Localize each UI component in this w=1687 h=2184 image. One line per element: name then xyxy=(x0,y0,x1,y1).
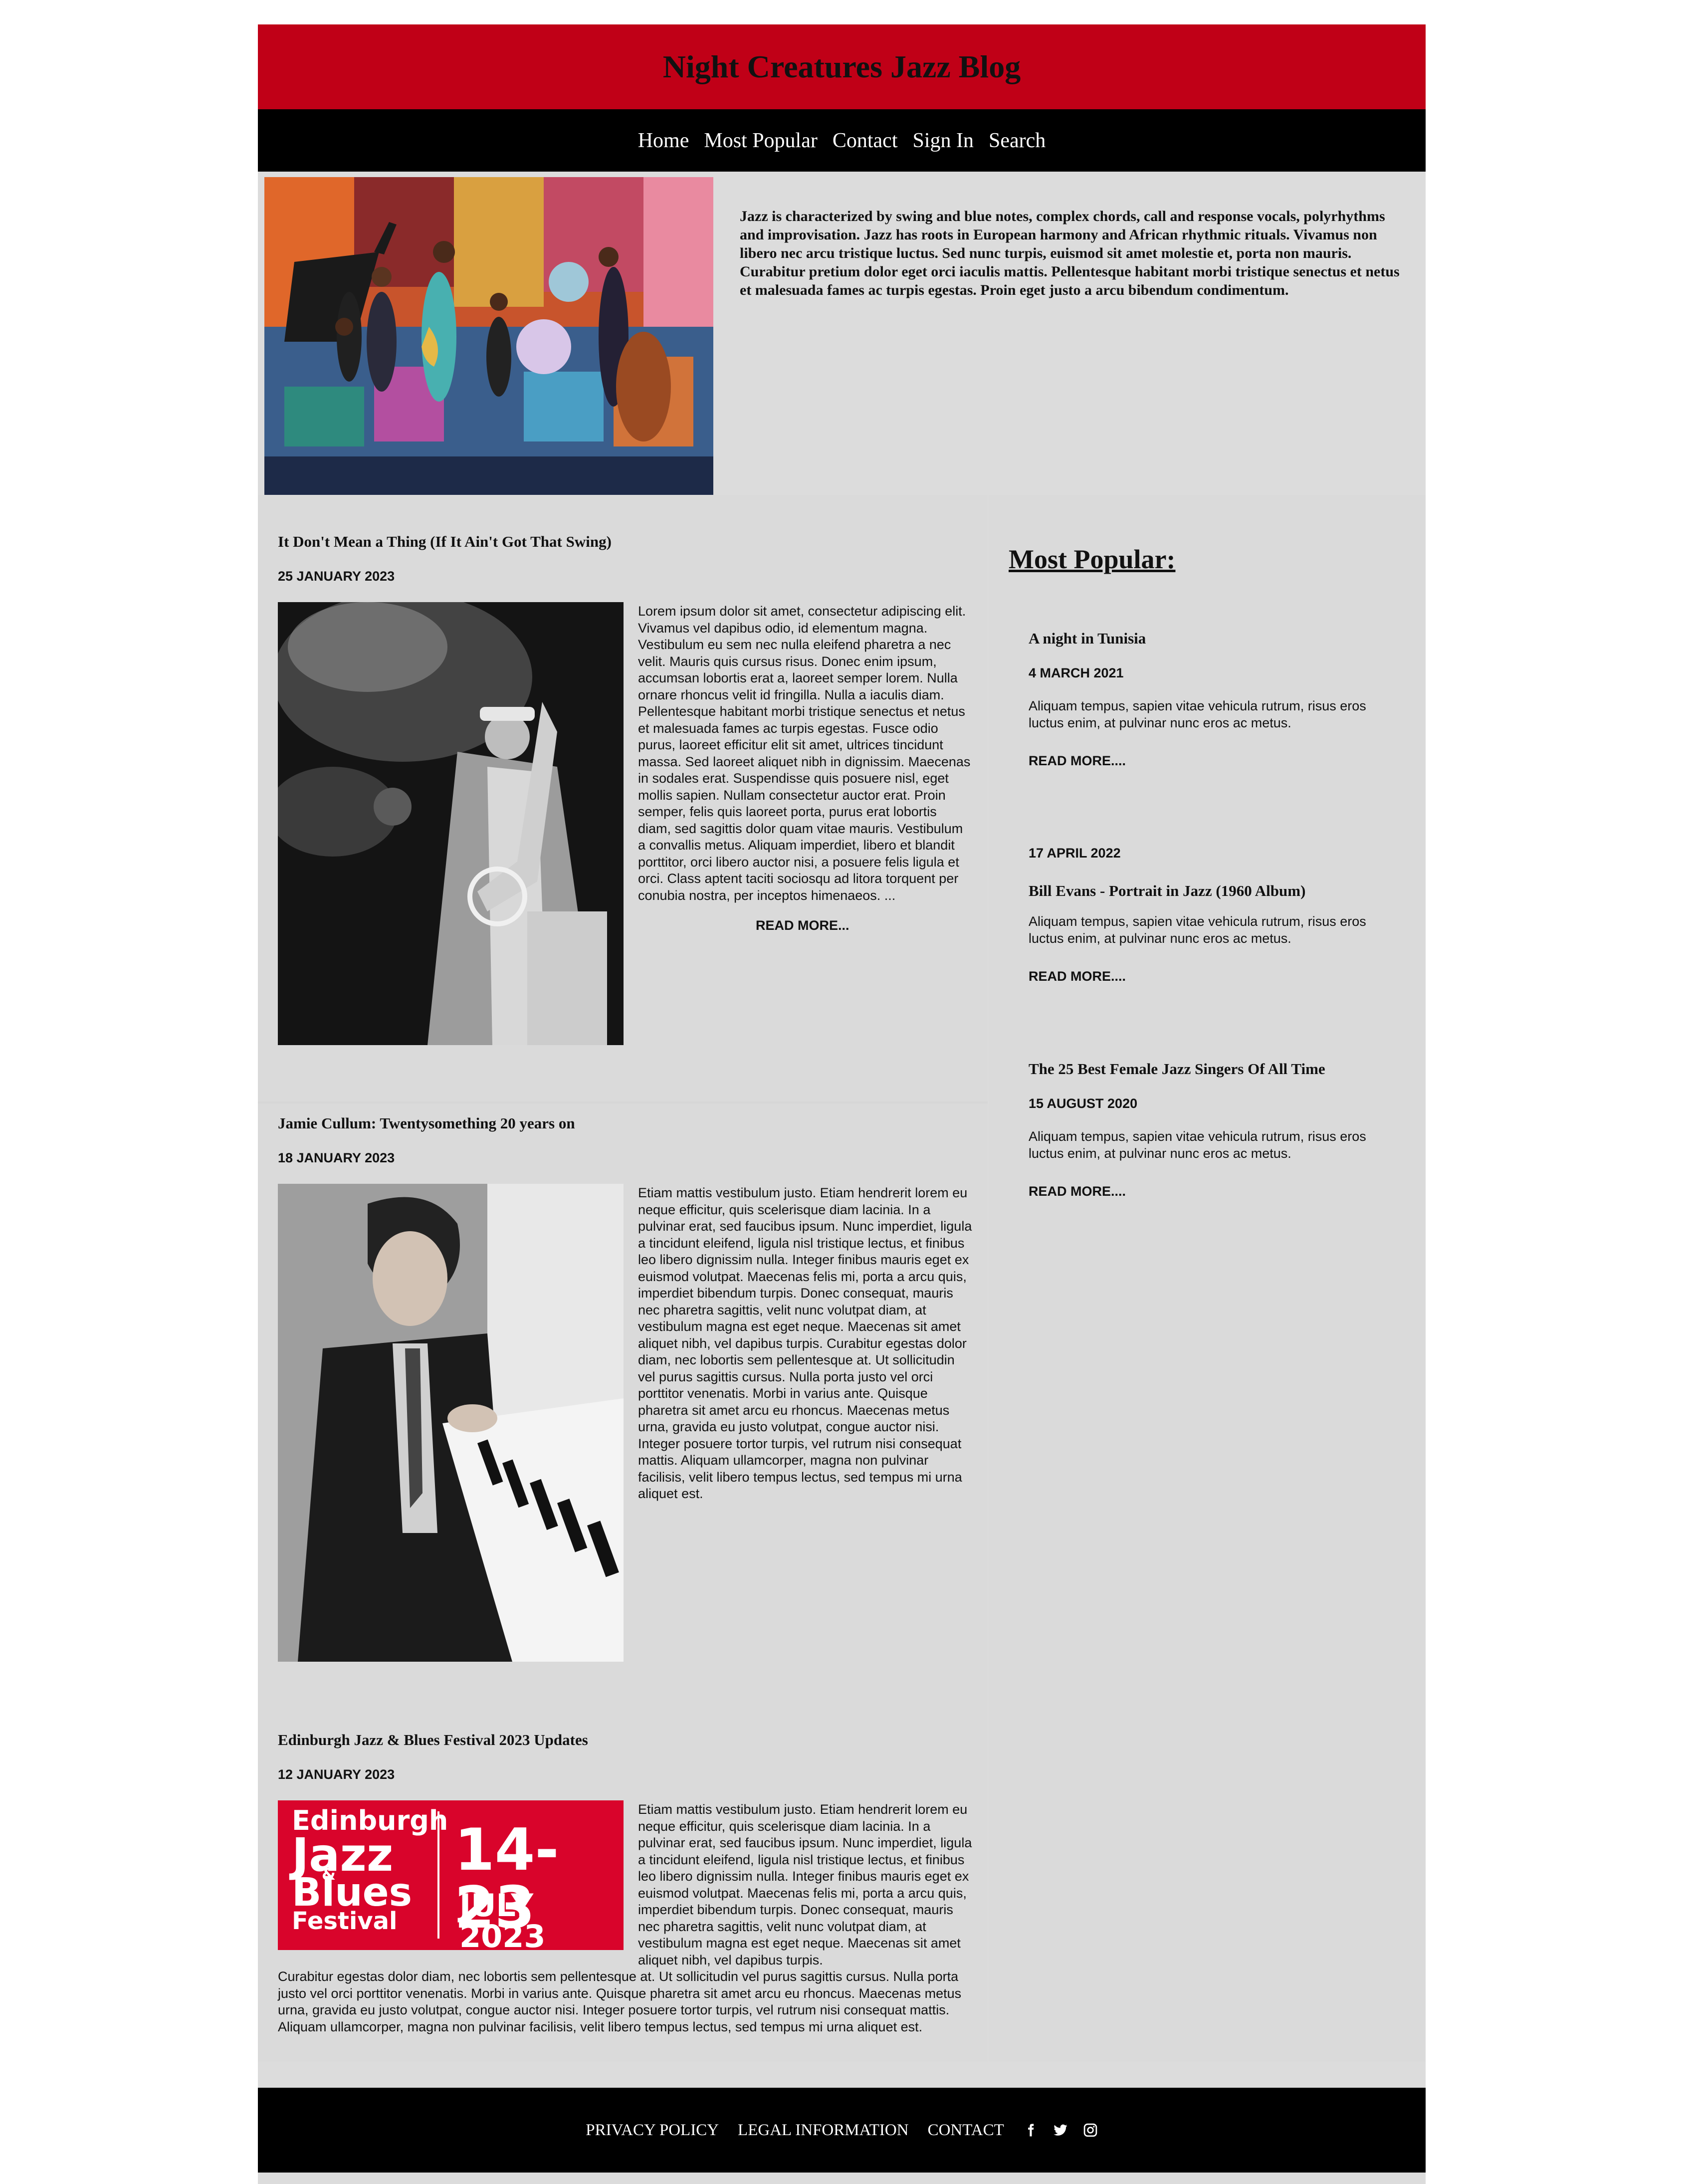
popular-item-read-more[interactable]: READ MORE.... xyxy=(1029,969,1126,984)
read-more-link[interactable]: READ MORE... xyxy=(756,918,849,933)
post-date: 25 JANUARY 2023 xyxy=(278,569,395,584)
footer-legal-information[interactable]: LEGAL INFORMATION xyxy=(738,2121,909,2140)
popular-item-title[interactable]: The 25 Best Female Jazz Singers Of All T… xyxy=(1029,1060,1325,1078)
hero-intro-text: Jazz is characterized by swing and blue … xyxy=(740,208,1400,298)
jamie-cullum-photo xyxy=(278,1184,624,1662)
post-excerpt: Etiam mattis vestibulum justo. Etiam hen… xyxy=(638,1185,972,1501)
saxophonist-photo xyxy=(278,602,624,1045)
nav-most-popular[interactable]: Most Popular xyxy=(704,129,818,153)
popular-item-text: Aliquam tempus, sapien vitae vehicula ru… xyxy=(1029,1129,1366,1161)
nav-contact[interactable]: Contact xyxy=(833,129,898,153)
hero-jazz-painting xyxy=(264,177,713,495)
post-date: 18 JANUARY 2023 xyxy=(278,1150,395,1165)
popular-item-title[interactable]: Bill Evans - Portrait in Jazz (1960 Albu… xyxy=(1029,882,1305,900)
most-popular-sidebar: Most Popular: A night in Tunisia 4 MARCH… xyxy=(989,495,1426,2061)
page: Night Creatures Jazz Blog Home Most Popu… xyxy=(258,24,1426,2184)
post-divider xyxy=(258,1101,988,1103)
popular-item-date: 15 AUGUST 2020 xyxy=(1029,1096,1138,1111)
popular-item-text: Aliquam tempus, sapien vitae vehicula ru… xyxy=(1029,698,1366,730)
main-nav: Home Most Popular Contact Sign In Search xyxy=(258,109,1426,172)
sidebar-heading: Most Popular: xyxy=(1009,544,1176,574)
popular-item-text: Aliquam tempus, sapien vitae vehicula ru… xyxy=(1029,914,1366,946)
nav-home[interactable]: Home xyxy=(638,129,689,153)
post-excerpt: Etiam mattis vestibulum justo. Etiam hen… xyxy=(638,1802,972,1967)
festival-logo: Edinburgh Jazz & Blues Festival xyxy=(292,1805,448,1935)
nav-sign-in[interactable]: Sign In xyxy=(913,129,974,153)
social-links xyxy=(1023,2123,1098,2138)
facebook-icon[interactable] xyxy=(1023,2123,1038,2138)
post-title[interactable]: Jamie Cullum: Twentysomething 20 years o… xyxy=(278,1114,575,1132)
twitter-icon[interactable] xyxy=(1053,2123,1068,2138)
instagram-icon[interactable] xyxy=(1083,2123,1098,2138)
posts-column: It Don't Mean a Thing (If It Ain't Got T… xyxy=(258,495,988,2061)
site-title: Night Creatures Jazz Blog xyxy=(662,49,1021,84)
footer-privacy-policy[interactable]: PRIVACY POLICY xyxy=(586,2121,719,2140)
post-excerpt-continued: Curabitur egestas dolor diam, nec lobort… xyxy=(278,1969,962,2034)
footer-contact[interactable]: CONTACT xyxy=(928,2121,1004,2140)
post-title[interactable]: Edinburgh Jazz & Blues Festival 2023 Upd… xyxy=(278,1731,588,1749)
banner-divider xyxy=(437,1811,439,1939)
popular-item-date: 17 APRIL 2022 xyxy=(1029,846,1121,861)
post-title[interactable]: It Don't Mean a Thing (If It Ain't Got T… xyxy=(278,533,612,551)
popular-item-read-more[interactable]: READ MORE.... xyxy=(1029,753,1126,769)
popular-item-read-more[interactable]: READ MORE.... xyxy=(1029,1184,1126,1199)
popular-item-title[interactable]: A night in Tunisia xyxy=(1029,630,1146,648)
popular-item-date: 4 MARCH 2021 xyxy=(1029,665,1124,680)
post-excerpt: Lorem ipsum dolor sit amet, consectetur … xyxy=(638,604,971,903)
site-footer: PRIVACY POLICY LEGAL INFORMATION CONTACT xyxy=(258,2088,1426,2173)
site-header: Night Creatures Jazz Blog xyxy=(258,24,1426,109)
festival-month: JULY 2023 xyxy=(459,1887,546,1951)
nav-search[interactable]: Search xyxy=(989,129,1046,153)
festival-banner: Edinburgh Jazz & Blues Festival 14-23 JU… xyxy=(278,1800,624,1950)
post-date: 12 JANUARY 2023 xyxy=(278,1767,395,1782)
